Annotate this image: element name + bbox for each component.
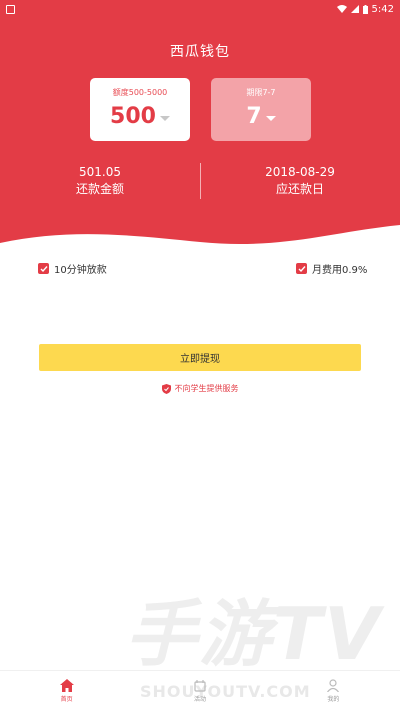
caret-down-icon <box>265 115 276 121</box>
tab-home-label: 首页 <box>60 696 73 703</box>
repayment-amount-block: 501.05 还款金额 <box>0 164 200 198</box>
notification-icon <box>6 4 15 14</box>
tab-activity[interactable]: 活动 <box>133 671 266 711</box>
repayment-date: 2018-08-29 <box>265 165 335 179</box>
tab-profile[interactable]: 我的 <box>267 671 400 711</box>
signal-icon <box>350 5 359 13</box>
term-picker[interactable]: 期限7-7 7 <box>211 78 311 141</box>
repayment-amount-label: 还款金额 <box>75 182 124 196</box>
amount-value: 500 <box>110 104 156 129</box>
header-banner <box>0 0 400 250</box>
student-notice: 不向学生提供服务 <box>0 383 400 394</box>
withdraw-button[interactable]: 立即提现 <box>39 344 361 371</box>
watermark-logo: 手游TV <box>125 592 382 676</box>
wifi-icon <box>336 5 347 13</box>
amount-picker[interactable]: 额度500-5000 500 <box>90 78 190 141</box>
bottom-tab-bar: 首页 活动 我的 <box>0 670 400 711</box>
checkbox-checked-icon[interactable] <box>296 263 307 274</box>
caret-down-icon <box>159 115 170 121</box>
tab-activity-label: 活动 <box>193 696 206 703</box>
repayment-amount: 501.05 <box>79 165 121 179</box>
checkbox-checked-icon[interactable] <box>38 263 49 274</box>
monthly-fee-option[interactable]: 月费用0.9% <box>296 261 367 276</box>
home-icon <box>59 679 74 692</box>
tab-home[interactable]: 首页 <box>0 671 133 711</box>
term-range-label: 期限7-7 <box>246 88 276 97</box>
status-time: 5:42 <box>371 3 394 15</box>
tab-profile-label: 我的 <box>327 696 340 703</box>
term-value: 7 <box>246 104 262 129</box>
battery-icon <box>362 4 368 14</box>
status-bar: 5:42 <box>0 0 400 18</box>
amount-range-label: 额度500-5000 <box>112 88 168 97</box>
repayment-date-label: 应还款日 <box>275 182 324 196</box>
fast-loan-label: 10分钟放款 <box>54 265 107 276</box>
user-icon <box>327 679 340 692</box>
header-background <box>0 0 400 245</box>
monthly-fee-label: 月费用0.9% <box>312 265 368 276</box>
fast-loan-option[interactable]: 10分钟放款 <box>38 261 107 276</box>
app-title: 西瓜钱包 <box>170 44 230 60</box>
shield-icon <box>161 383 171 394</box>
activity-icon <box>194 680 206 692</box>
repayment-date-block: 2018-08-29 应还款日 <box>200 164 400 198</box>
notice-text: 不向学生提供服务 <box>174 384 239 393</box>
